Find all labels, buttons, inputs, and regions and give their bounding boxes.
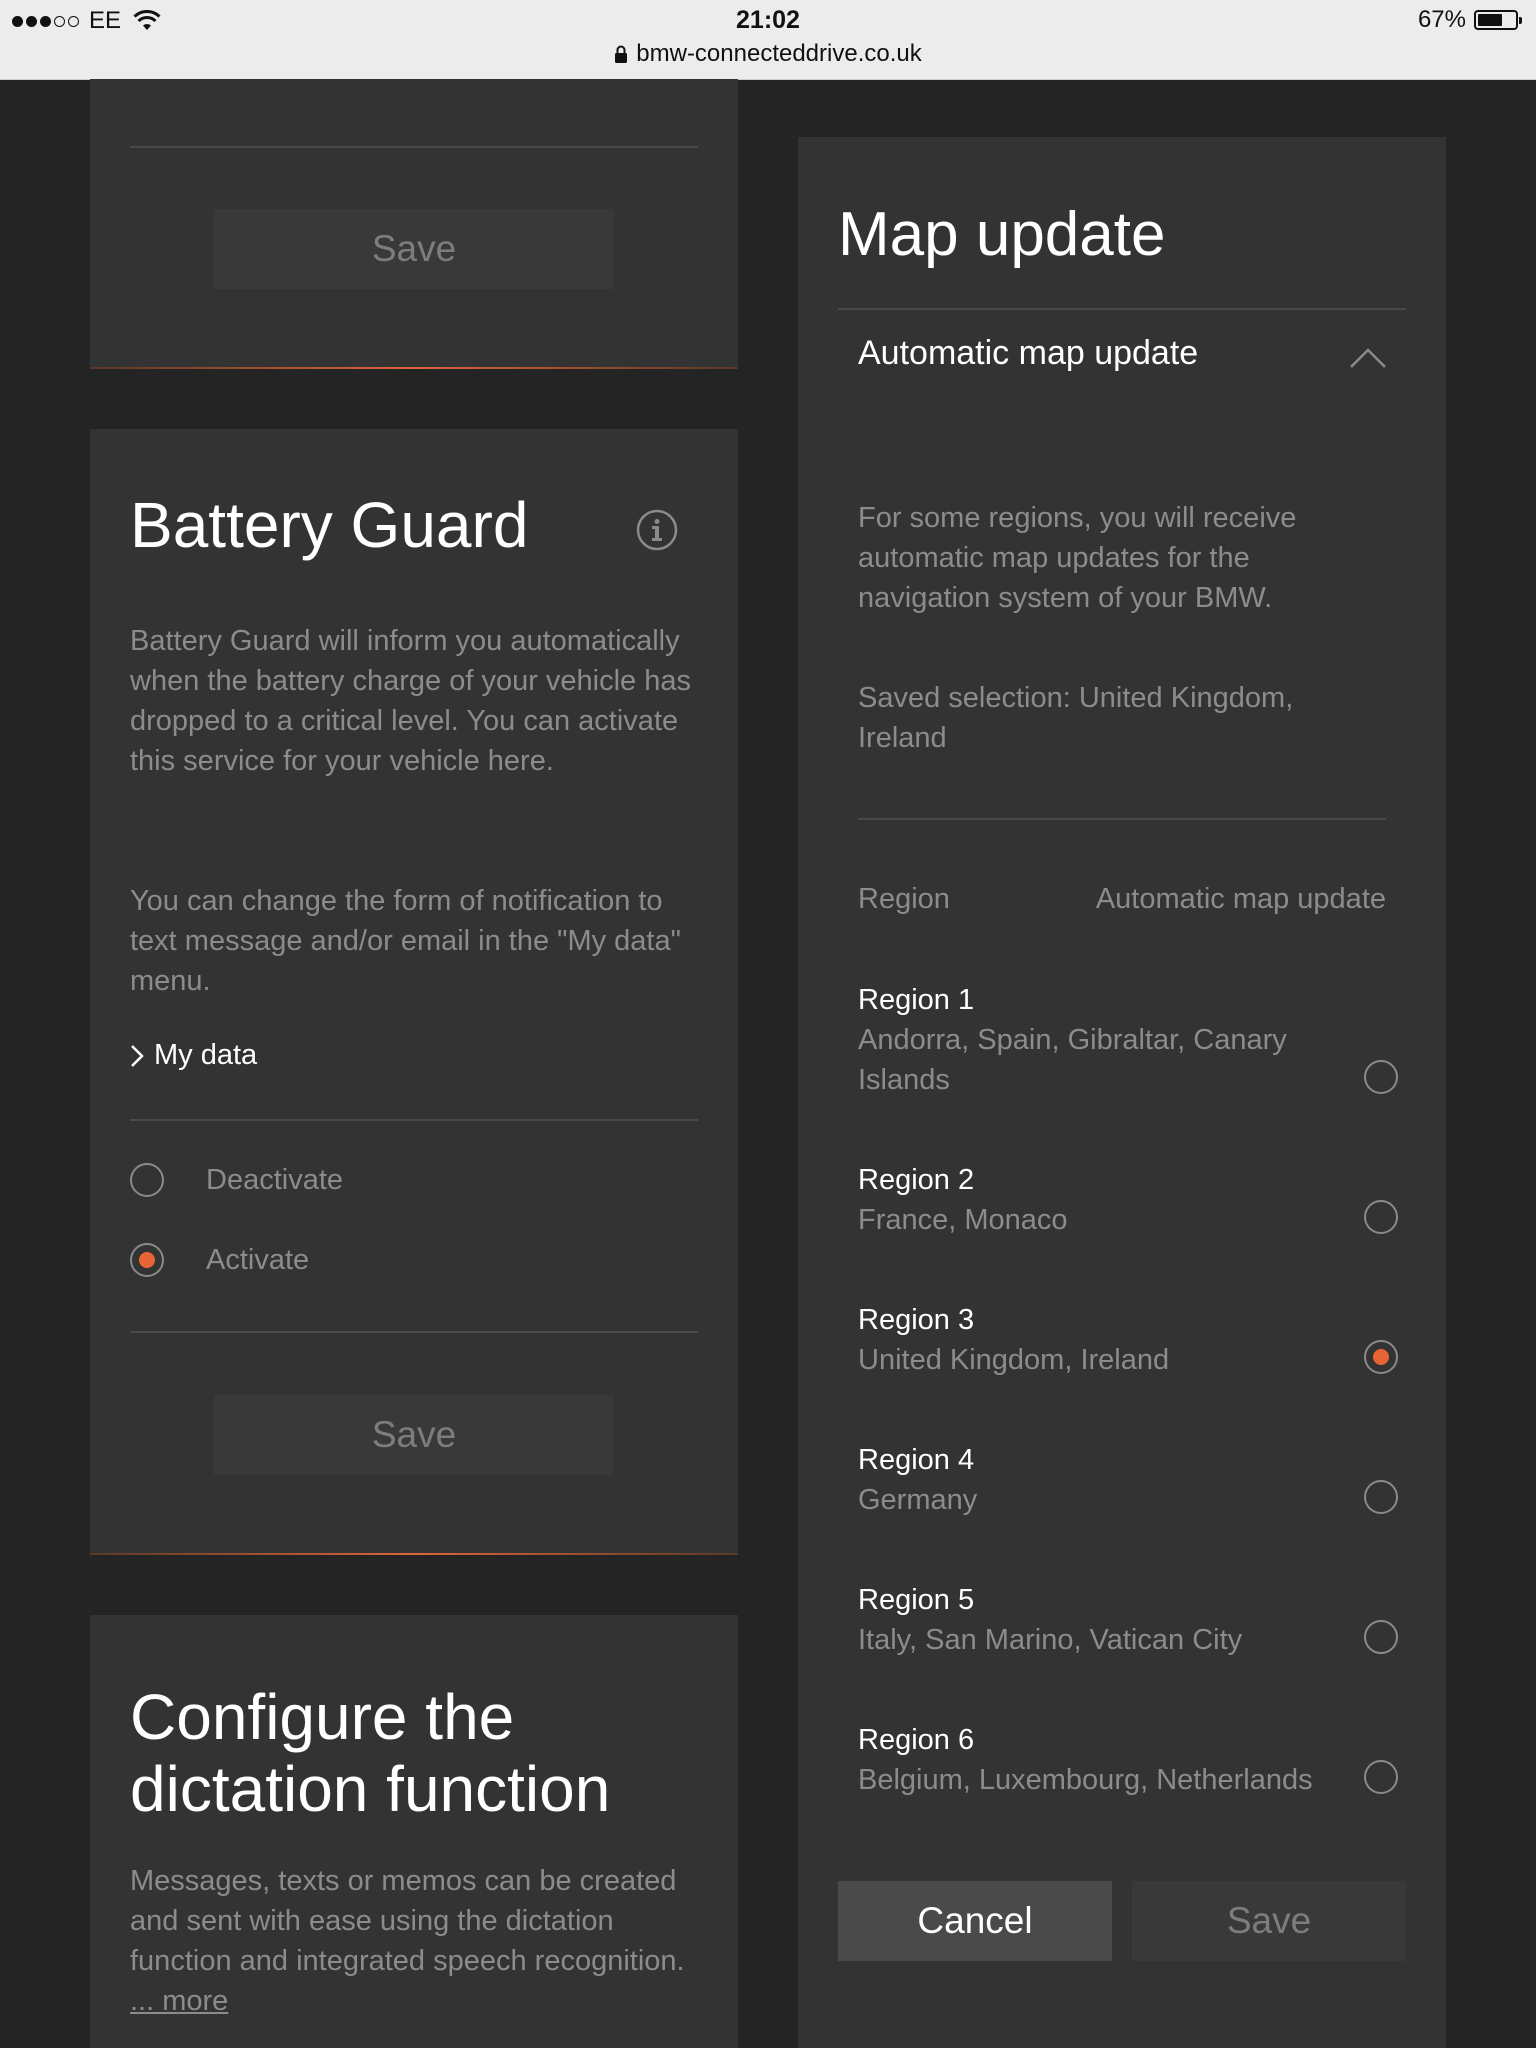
cancel-button[interactable]: Cancel [838,1881,1112,1961]
dictation-title-line2: dictation function [130,1753,611,1825]
map-update-save-button[interactable]: Save [1132,1881,1406,1961]
region-name: Region 1 [858,984,975,1016]
battery-guard-title: Battery Guard [130,489,529,561]
region-row-4[interactable]: Region 4 Germany [858,1440,1398,1520]
region-countries: Belgium, Luxembourg, Netherlands [858,1764,1313,1796]
dictation-description-text: Messages, texts or memos can be created … [130,1865,685,1977]
dictation-card: Configure the dictation function Message… [90,1615,738,2048]
region-row-6[interactable]: Region 6 Belgium, Luxembourg, Netherland… [858,1720,1398,1800]
top-settings-card: Save [90,79,738,369]
saved-selection: Saved selection: United Kingdom, Ireland [858,682,1294,754]
battery-guard-description: Battery Guard will inform you automatica… [130,625,691,777]
region-radio[interactable] [1364,1480,1398,1514]
activate-label: Activate [206,1243,310,1276]
automatic-map-update-accordion-header[interactable]: Automatic map update [838,320,1406,390]
activate-option[interactable]: Activate [130,1243,309,1277]
dictation-title-line1: Configure the [130,1681,515,1753]
battery-guard-save-button[interactable]: Save [214,1395,614,1475]
region-row-5[interactable]: Region 5 Italy, San Marino, Vatican City [858,1580,1398,1660]
save-button[interactable]: Save [214,209,614,289]
divider [838,308,1406,310]
region-countries: Germany [858,1484,978,1516]
region-row-3[interactable]: Region 3 United Kingdom, Ireland [858,1300,1398,1380]
dictation-description: Messages, texts or memos can be created … [130,1861,710,2021]
region-row-1[interactable]: Region 1 Andorra, Spain, Gibraltar, Cana… [858,980,1398,1100]
my-data-label: My data [154,1039,258,1071]
map-update-title: Map update [838,200,1166,269]
region-radio[interactable] [1364,1200,1398,1234]
battery-guard-card: Battery Guard Battery Guard will inform … [90,429,738,1555]
region-name: Region 4 [858,1444,975,1476]
deactivate-radio[interactable] [130,1163,164,1197]
divider [130,146,698,148]
region-radio[interactable] [1364,1620,1398,1654]
region-name: Region 5 [858,1584,975,1616]
deactivate-label: Deactivate [206,1163,344,1196]
dictation-title: Configure the dictation function [130,1681,610,1825]
my-data-link[interactable]: My data [130,1039,257,1072]
map-update-intro: For some regions, you will receive autom… [858,502,1297,614]
region-countries: Andorra, Spain, Gibraltar, Canary Island… [858,1024,1287,1096]
lock-icon [615,45,628,63]
url-text: bmw-connecteddrive.co.uk [636,40,922,67]
column-header-region: Region [858,883,950,915]
status-bar: EE 21:02 67% bmw-connecteddrive.co.uk [0,0,1536,80]
activate-radio[interactable] [130,1243,164,1277]
region-radio[interactable] [1364,1060,1398,1094]
accent-line [90,367,738,369]
column-header-automatic-map-update: Automatic map update [1095,883,1386,915]
region-countries: United Kingdom, Ireland [858,1344,1170,1376]
accordion-title: Automatic map update [858,334,1199,372]
region-countries: France, Monaco [858,1204,1068,1236]
divider [130,1331,698,1333]
notification-info: You can change the form of notification … [130,885,681,997]
region-name: Region 2 [858,1164,975,1196]
deactivate-option[interactable]: Deactivate [130,1163,343,1197]
accent-line [90,1553,738,1555]
chevron-right-icon [131,1044,144,1067]
region-row-2[interactable]: Region 2 France, Monaco [858,1160,1398,1240]
more-link[interactable]: ... more [130,1985,228,2017]
region-radio[interactable] [1364,1340,1398,1374]
battery-percent: 67% [1417,6,1466,33]
battery-icon [1474,10,1522,30]
region-radio[interactable] [1364,1760,1398,1794]
divider [858,818,1386,820]
clock: 21:02 [736,6,800,34]
info-icon[interactable] [636,509,678,551]
region-name: Region 6 [858,1724,975,1756]
chevron-up-icon[interactable] [1348,346,1388,370]
url-bar[interactable]: bmw-connecteddrive.co.uk [0,40,1536,68]
divider [130,1119,698,1121]
status-right: 67% [1417,6,1522,34]
region-name: Region 3 [858,1304,975,1336]
region-countries: Italy, San Marino, Vatican City [858,1624,1243,1656]
